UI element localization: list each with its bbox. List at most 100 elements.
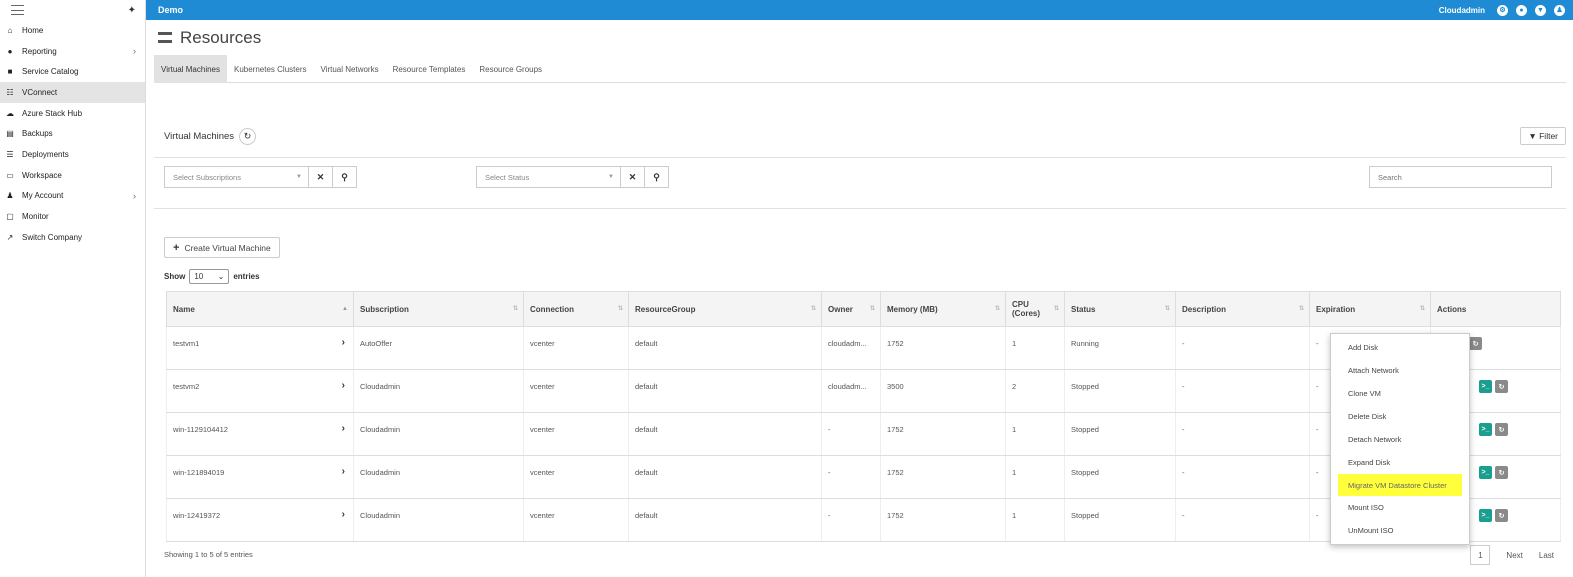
tab-virtual-networks[interactable]: Virtual Networks [313,55,385,83]
sidebar-item-workspace[interactable]: ▭ Workspace [0,165,145,186]
console-icon[interactable]: >_ [1479,380,1492,393]
column-header-label: CPU (Cores) [1012,300,1041,318]
column-header-memory-mb[interactable]: Memory (MB) ⇅ [880,291,1006,327]
bell-icon[interactable]: ● [1516,4,1527,16]
column-header-owner[interactable]: Owner ⇅ [821,291,881,327]
menu-item-detach-network[interactable]: Detach Network [1331,428,1469,451]
search-input[interactable] [1369,166,1552,188]
tab-resource-groups[interactable]: Resource Groups [472,55,549,83]
expand-row-icon[interactable]: › [342,466,345,477]
clear-status-icon[interactable]: ✕ [620,166,644,188]
sort-icon: ⇅ [1053,306,1059,312]
sidebar-item-home[interactable]: ⌂ Home [0,20,145,41]
column-header-cpu-cores[interactable]: CPU (Cores) ⇅ [1005,291,1065,327]
cell-owner: - [821,498,881,542]
cell-cpu-text: 1 [1012,511,1017,520]
more-actions-icon[interactable]: ↻ [1495,509,1508,522]
page-length-control: Show 10 ⌄ entries [164,269,260,284]
column-header-description[interactable]: Description ⇅ [1175,291,1310,327]
console-icon[interactable]: >_ [1479,423,1492,436]
clear-subscriptions-icon[interactable]: ✕ [308,166,332,188]
filter-icon[interactable]: ▼ [1535,4,1546,16]
column-header-connection[interactable]: Connection ⇅ [523,291,629,327]
sidebar-item-vconnect[interactable]: ☷ VConnect [0,82,145,103]
main-content: Resources Virtual Machines Kubernetes Clu… [154,20,1566,565]
user-name[interactable]: Cloudadmin [1439,6,1485,15]
console-icon[interactable]: >_ [1479,509,1492,522]
cell-memory-text: 1752 [887,339,904,348]
user-icon[interactable]: ♟ [1554,4,1565,16]
menu-item-migrate-vm-datastore-cluster[interactable]: Migrate VM Datastore Cluster [1338,474,1462,496]
sidebar-nav: ⌂ Home ● Reporting › ■ Service Catalog ☷ VConnec… [0,20,145,248]
column-header-status[interactable]: Status ⇅ [1064,291,1176,327]
menu-item-unmount-iso[interactable]: UnMount ISO [1331,519,1469,542]
sort-icon: ▲ [342,306,348,312]
menu-item-add-disk[interactable]: Add Disk [1331,336,1469,359]
more-actions-icon[interactable]: ↻ [1495,423,1508,436]
menu-item-expand-disk[interactable]: Expand Disk [1331,451,1469,474]
external-link-icon: ↗ [6,232,14,242]
more-actions-icon[interactable]: ↻ [1495,466,1508,479]
menu-item-attach-network[interactable]: Attach Network [1331,359,1469,382]
server-icon: ☰ [6,149,14,159]
cell-connection-text: vcenter [530,339,555,348]
cell-status-text: Stopped [1071,425,1099,434]
sidebar-item-backups[interactable]: ▤ Backups [0,123,145,144]
cell-subscription: Cloudadmin [353,498,524,542]
settings-icon[interactable]: ⚙ [1497,4,1508,16]
printer-icon: ▭ [6,170,14,180]
sidebar-item-label: Monitor [22,212,49,222]
last-page-button[interactable]: Last [1539,551,1554,560]
column-header-subscription[interactable]: Subscription ⇅ [353,291,524,327]
subscriptions-select[interactable]: Select Subscriptions ▼ ✕ ⚲ [164,166,357,188]
cloud-icon: ☁ [6,108,14,118]
cell-description: - [1175,498,1310,542]
search-status-icon[interactable]: ⚲ [644,166,668,188]
more-actions-icon[interactable]: ↻ [1495,380,1508,393]
menu-item-clone-vm[interactable]: Clone VM [1331,382,1469,405]
cell-status-text: Stopped [1071,468,1099,477]
next-page-button[interactable]: Next [1506,551,1522,560]
cell-connection: vcenter [523,412,629,456]
console-icon[interactable]: >_ [1479,466,1492,479]
tab-kubernetes-clusters[interactable]: Kubernetes Clusters [227,55,313,83]
column-header-resourcegroup[interactable]: ResourceGroup ⇅ [628,291,822,327]
more-actions-icon[interactable]: ↻ [1469,337,1482,350]
page-button[interactable]: 1 [1470,545,1491,565]
create-vm-button[interactable]: + Create Virtual Machine [164,237,280,258]
sidebar-item-my-account[interactable]: ♟ My Account › [0,186,145,207]
sidebar-item-azure-stack-hub[interactable]: ☁ Azure Stack Hub [0,103,145,124]
refresh-icon[interactable]: ↻ [239,127,257,145]
cell-subscription-text: Cloudadmin [360,382,401,391]
tab-resource-templates[interactable]: Resource Templates [386,55,473,83]
sidebar-item-service-catalog[interactable]: ■ Service Catalog [0,61,145,82]
column-header-name[interactable]: Name ▲ [166,291,354,327]
sidebar-item-label: Switch Company [22,232,83,242]
page-length-select[interactable]: 10 ⌄ [189,269,230,284]
cell-connection: vcenter [523,369,629,413]
filter-button[interactable]: ▼ Filter [1520,127,1566,145]
expand-row-icon[interactable]: › [342,423,345,434]
sidebar-item-monitor[interactable]: ▢ Monitor [0,206,145,227]
pin-icon[interactable]: ✦ [128,5,136,16]
tab-virtual-machines[interactable]: Virtual Machines [154,55,227,83]
expand-row-icon[interactable]: › [342,509,345,520]
sidebar-item-deployments[interactable]: ☰ Deployments [0,144,145,165]
expand-row-icon[interactable]: › [342,380,345,391]
column-header-expiration[interactable]: Expiration ⇅ [1309,291,1431,327]
sidebar-item-label: Backups [22,129,53,139]
status-select[interactable]: Select Status ▼ ✕ ⚲ [476,166,669,188]
sort-icon: ⇅ [617,306,623,312]
cell-name: win-121894019 › [166,455,354,499]
sidebar-top: ✦ [0,0,145,20]
expand-row-icon[interactable]: › [342,337,345,348]
sort-icon: ⇅ [1298,306,1304,312]
cell-memory-text: 1752 [887,511,904,520]
menu-item-delete-disk[interactable]: Delete Disk [1331,405,1469,428]
menu-item-mount-iso[interactable]: Mount ISO [1331,496,1469,519]
sidebar-item-switch-company[interactable]: ↗ Switch Company [0,227,145,248]
hamburger-menu-icon[interactable] [11,5,24,15]
sidebar-item-reporting[interactable]: ● Reporting › [0,41,145,62]
search-subscriptions-icon[interactable]: ⚲ [332,166,356,188]
sidebar-item-label: My Account [22,191,64,201]
